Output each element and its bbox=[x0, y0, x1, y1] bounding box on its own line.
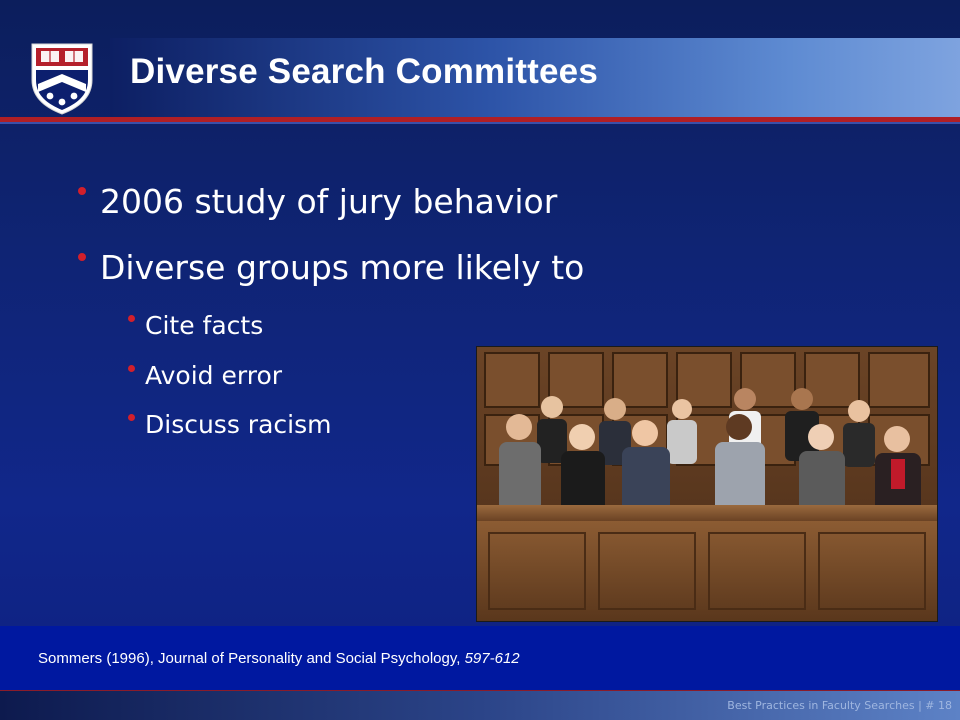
title-bar: Diverse Search Committees bbox=[110, 38, 960, 118]
bullet-dot-icon bbox=[128, 315, 135, 322]
bullet-dot-icon bbox=[128, 414, 135, 421]
bullet-dot-icon bbox=[128, 365, 135, 372]
university-shield-logo bbox=[28, 40, 96, 116]
bullet-text: 2006 study of jury behavior bbox=[100, 182, 558, 221]
citation-pages: 597-612 bbox=[464, 650, 520, 667]
citation-source: Sommers (1996), Journal of Personality a… bbox=[38, 650, 465, 667]
footer-text: Best Practices in Faculty Searches | # 1… bbox=[727, 699, 952, 712]
title-underline-secondary bbox=[0, 122, 960, 124]
jury-box-photo bbox=[476, 346, 938, 622]
slide-title: Diverse Search Committees bbox=[130, 52, 598, 91]
sub-bullet-item: Discuss racism bbox=[128, 410, 331, 439]
bullet-item: Diverse groups more likely to bbox=[78, 248, 584, 287]
bullet-text: Diverse groups more likely to bbox=[100, 248, 585, 287]
slide: Diverse Search Committees 2006 study of … bbox=[0, 0, 960, 720]
sub-bullet-text: Avoid error bbox=[145, 361, 283, 390]
sub-bullet-item: Avoid error bbox=[128, 361, 282, 390]
footer-bar: Best Practices in Faculty Searches | # 1… bbox=[0, 690, 960, 720]
bullet-item: 2006 study of jury behavior bbox=[78, 182, 557, 221]
sub-bullet-text: Cite facts bbox=[145, 311, 264, 340]
bullet-dot-icon bbox=[78, 253, 86, 261]
bullet-dot-icon bbox=[78, 187, 86, 195]
citation-band: Sommers (1996), Journal of Personality a… bbox=[0, 626, 960, 690]
sub-bullet-text: Discuss racism bbox=[145, 410, 332, 439]
sub-bullet-item: Cite facts bbox=[128, 311, 263, 340]
citation: Sommers (1996), Journal of Personality a… bbox=[38, 650, 520, 667]
